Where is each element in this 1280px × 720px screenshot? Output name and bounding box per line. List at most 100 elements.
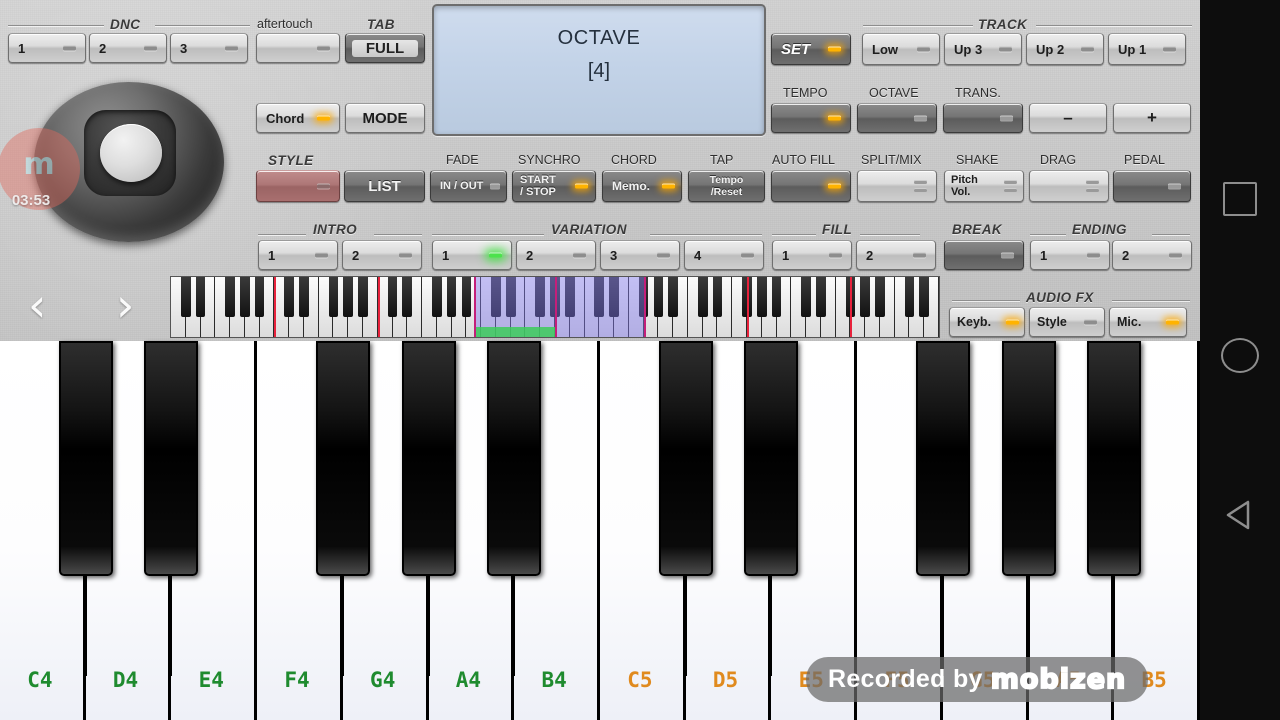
variation-2-button[interactable]: 2 [516, 240, 596, 270]
mini-black-key [875, 277, 885, 317]
piano-black-key-stem [341, 576, 344, 676]
audio-fx-mic-label: Mic. [1117, 315, 1142, 329]
variation-4-indicator [741, 252, 754, 258]
ending-2-label: 2 [1122, 247, 1130, 263]
track-low-button[interactable]: Low [862, 33, 940, 65]
track-rule-right [1036, 25, 1192, 26]
group-label-aftertouch: aftertouch [257, 17, 313, 31]
piano-black-key[interactable] [58, 341, 113, 576]
synchro-line-2: / STOP [520, 186, 556, 198]
break-button[interactable] [944, 240, 1024, 270]
fill-2-button[interactable]: 2 [856, 240, 936, 270]
back-icon[interactable] [1223, 498, 1257, 532]
chord-memo-button[interactable]: Memo. [602, 170, 682, 202]
aftertouch-button[interactable] [256, 33, 340, 63]
value-plus-button[interactable]: + [1113, 103, 1191, 133]
fill-1-button[interactable]: 1 [772, 240, 852, 270]
variation-4-label: 4 [694, 247, 702, 263]
mode-label: MODE [362, 109, 408, 127]
pedal-indicator [1168, 183, 1181, 189]
tab-full-button[interactable]: FULL [345, 33, 425, 63]
fade-in-out-button[interactable]: IN / OUT [430, 170, 507, 202]
piano-black-key[interactable] [315, 341, 370, 576]
lcd-display[interactable]: OCTAVE [4] [432, 4, 766, 136]
style-indicator [317, 183, 330, 189]
ending-2-button[interactable]: 2 [1112, 240, 1192, 270]
set-button[interactable]: SET [771, 33, 851, 65]
recent-apps-icon[interactable] [1223, 182, 1257, 216]
track-up1-label: Up 1 [1118, 41, 1147, 57]
tempo-button[interactable] [771, 103, 851, 133]
track-up1-button[interactable]: Up 1 [1108, 33, 1186, 65]
piano-black-key[interactable] [915, 341, 970, 576]
track-up3-button[interactable]: Up 3 [944, 33, 1022, 65]
shake-indicator [1004, 180, 1017, 192]
track-up3-label: Up 3 [954, 41, 983, 57]
audio-fx-mic-button[interactable]: Mic. [1109, 307, 1187, 337]
mobizen-brand-text: mobizen [990, 663, 1127, 696]
list-button[interactable]: LIST [344, 170, 425, 202]
dnc-3-button[interactable]: 3 [170, 33, 248, 63]
recorded-by-watermark: Recorded by mobizen [806, 657, 1149, 702]
style-button[interactable] [256, 170, 340, 202]
group-label-tab: TAB [367, 17, 395, 32]
tap-tempo-reset-button[interactable]: Tempo /Reset [688, 170, 765, 202]
prev-arrow-icon[interactable]: ‹ [28, 282, 46, 328]
value-minus-button[interactable]: – [1029, 103, 1107, 133]
group-label-chord: CHORD [611, 153, 657, 167]
audio-fx-style-button[interactable]: Style [1029, 307, 1105, 337]
control-panel: DNC 1 2 3 aftertouch TAB FULL Chord MODE… [0, 0, 1200, 341]
octave-button[interactable] [857, 103, 937, 133]
piano-key-label: D5 [712, 668, 739, 692]
home-icon[interactable] [1221, 338, 1259, 373]
piano-black-key[interactable] [487, 341, 542, 576]
intro-1-button[interactable]: 1 [258, 240, 338, 270]
chord-button[interactable]: Chord [256, 103, 340, 133]
track-up2-button[interactable]: Up 2 [1026, 33, 1104, 65]
chord-memo-label: Memo. [612, 179, 651, 193]
synchro-start-stop-button[interactable]: START / STOP [512, 170, 596, 202]
variation-1-button[interactable]: 1 [432, 240, 512, 270]
mini-keyboard-overview[interactable] [170, 276, 940, 338]
tap-line-2: /Reset [710, 186, 743, 198]
variation-3-button[interactable]: 3 [600, 240, 680, 270]
trans-button[interactable] [943, 103, 1023, 133]
mode-button[interactable]: MODE [345, 103, 425, 133]
dnc-2-button[interactable]: 2 [89, 33, 167, 63]
piano-key-label: E4 [198, 668, 224, 692]
piano-black-key[interactable] [144, 341, 199, 576]
chord-memo-indicator [662, 183, 675, 189]
intro-2-button[interactable]: 2 [342, 240, 422, 270]
piano-black-key[interactable] [1001, 341, 1056, 576]
shake-button[interactable]: Pitch Vol. [944, 170, 1024, 202]
mini-black-key [284, 277, 294, 317]
recorded-by-text: Recorded by [828, 665, 983, 693]
piano-black-key[interactable] [1087, 341, 1142, 576]
mini-black-key [461, 277, 472, 317]
piano-black-key[interactable] [658, 341, 713, 576]
mini-black-key [387, 277, 398, 317]
variation-4-button[interactable]: 4 [684, 240, 764, 270]
split-mix-button[interactable] [857, 170, 937, 202]
joystick-knob[interactable] [100, 124, 162, 182]
mini-octave-marker [850, 277, 853, 337]
variation-1-indicator [489, 252, 502, 258]
audio-fx-keyb-button[interactable]: Keyb. [949, 307, 1025, 337]
variation-rule-left [432, 234, 544, 235]
drag-button[interactable] [1029, 170, 1109, 202]
group-label-octave: OCTAVE [869, 86, 919, 100]
auto-fill-button[interactable] [771, 170, 851, 202]
next-arrow-icon[interactable]: › [116, 282, 134, 328]
mini-black-key [402, 277, 413, 317]
drag-indicator [1086, 180, 1099, 192]
ending-1-button[interactable]: 1 [1030, 240, 1110, 270]
dnc-1-button[interactable]: 1 [8, 33, 86, 63]
piano-black-key[interactable] [401, 341, 456, 576]
group-label-trans: TRANS. [955, 86, 1001, 100]
intro-2-label: 2 [352, 247, 360, 263]
mini-black-key [299, 277, 309, 317]
pedal-button[interactable] [1113, 170, 1191, 202]
mini-octave-marker [747, 277, 749, 337]
variation-2-indicator [573, 252, 586, 258]
piano-black-key[interactable] [744, 341, 799, 576]
